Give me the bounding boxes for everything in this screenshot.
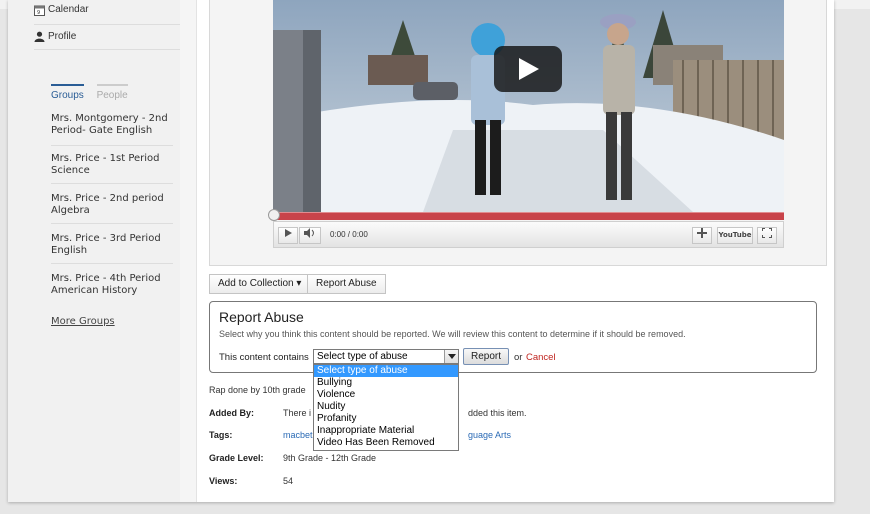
- video-container: 0:00 / 0:00 YouTube: [209, 0, 827, 266]
- added-by-value-end: dded this item.: [468, 408, 527, 418]
- sidebar-item-profile[interactable]: Profile: [48, 31, 76, 42]
- divider: [51, 145, 173, 146]
- chevron-down-icon[interactable]: [444, 350, 458, 363]
- progress-handle[interactable]: [268, 209, 280, 221]
- play-icon: [519, 58, 539, 80]
- group-link[interactable]: Mrs. Price - 1st Period Science: [51, 153, 176, 177]
- group-tabs: Groups People: [51, 84, 138, 101]
- youtube-logo[interactable]: YouTube: [717, 227, 753, 244]
- main-content: 0:00 / 0:00 YouTube Add to Collection ▾ …: [196, 0, 834, 502]
- cancel-link[interactable]: Cancel: [526, 352, 556, 363]
- added-by-value-start: There i: [283, 408, 312, 418]
- sidebar-item-calendar[interactable]: Calendar: [48, 4, 89, 15]
- abuse-type-select[interactable]: Select type of abuse: [313, 349, 459, 364]
- play-icon: [285, 229, 292, 237]
- grade-level-label: Grade Level:: [209, 453, 264, 463]
- progress-bar[interactable]: [268, 209, 784, 221]
- group-link[interactable]: Mrs. Price - 3rd Period English: [51, 233, 176, 257]
- video-still: [273, 0, 784, 212]
- fullscreen-icon: [762, 228, 772, 238]
- abuse-type-dropdown: Select type of abuse Bullying Violence N…: [313, 364, 459, 451]
- volume-control[interactable]: [299, 227, 321, 244]
- divider: [51, 223, 173, 224]
- sidebar: 9 Calendar Profile Groups People Mrs. Mo…: [8, 0, 180, 502]
- report-description: Select why you think this content should…: [219, 329, 686, 339]
- divider: [51, 183, 173, 184]
- play-button[interactable]: [494, 46, 562, 92]
- dropdown-option[interactable]: Profanity: [314, 413, 458, 425]
- divider: [34, 49, 180, 50]
- report-abuse-button[interactable]: Report Abuse: [307, 274, 386, 294]
- tag-link[interactable]: macbet: [283, 430, 313, 440]
- dropdown-option[interactable]: Violence: [314, 389, 458, 401]
- divider: [34, 24, 180, 25]
- report-submit-button[interactable]: Report: [463, 348, 510, 365]
- views-label: Views:: [209, 476, 238, 486]
- video-description: Rap done by 10th grade: [209, 385, 306, 395]
- add-to-collection-button[interactable]: Add to Collection ▾: [209, 274, 311, 294]
- dropdown-option[interactable]: Inappropriate Material: [314, 425, 458, 437]
- group-link[interactable]: Mrs. Price - 4th Period American History: [51, 273, 176, 297]
- tag-link[interactable]: guage Arts: [468, 430, 511, 440]
- grade-level-value: 9th Grade - 12th Grade: [283, 453, 377, 463]
- add-to-playlist-button[interactable]: [692, 227, 712, 244]
- volume-icon: [304, 228, 314, 238]
- group-link[interactable]: Mrs. Price - 2nd period Algebra: [51, 193, 176, 217]
- play-control[interactable]: [278, 227, 298, 244]
- person-icon: [34, 31, 45, 42]
- group-link[interactable]: Mrs. Montgomery - 2nd Period- Gate Engli…: [51, 113, 176, 137]
- contains-label: This content contains: [219, 352, 309, 363]
- dropdown-option[interactable]: Select type of abuse: [314, 365, 458, 377]
- added-by-label: Added By:: [209, 408, 254, 418]
- report-title: Report Abuse: [219, 309, 304, 325]
- tab-groups[interactable]: Groups: [51, 84, 84, 101]
- time-display: 0:00 / 0:00: [330, 230, 368, 239]
- dropdown-option[interactable]: Bullying: [314, 377, 458, 389]
- report-abuse-panel: Report Abuse Select why you think this c…: [209, 301, 817, 373]
- or-text: or: [514, 352, 523, 363]
- svg-text:9: 9: [37, 10, 40, 16]
- tags-label: Tags:: [209, 430, 233, 440]
- fullscreen-button[interactable]: [757, 227, 777, 244]
- plus-icon: [697, 228, 707, 238]
- calendar-icon: 9: [34, 5, 45, 16]
- player-controls: 0:00 / 0:00 YouTube: [273, 221, 784, 248]
- dropdown-option[interactable]: Video Has Been Removed: [314, 437, 458, 449]
- dropdown-option[interactable]: Nudity: [314, 401, 458, 413]
- views-value: 54: [283, 476, 294, 486]
- divider: [51, 263, 173, 264]
- more-groups-link[interactable]: More Groups: [51, 316, 115, 327]
- tab-people[interactable]: People: [96, 84, 128, 101]
- abuse-type-value: Select type of abuse: [317, 351, 408, 362]
- video-frame[interactable]: [273, 0, 784, 212]
